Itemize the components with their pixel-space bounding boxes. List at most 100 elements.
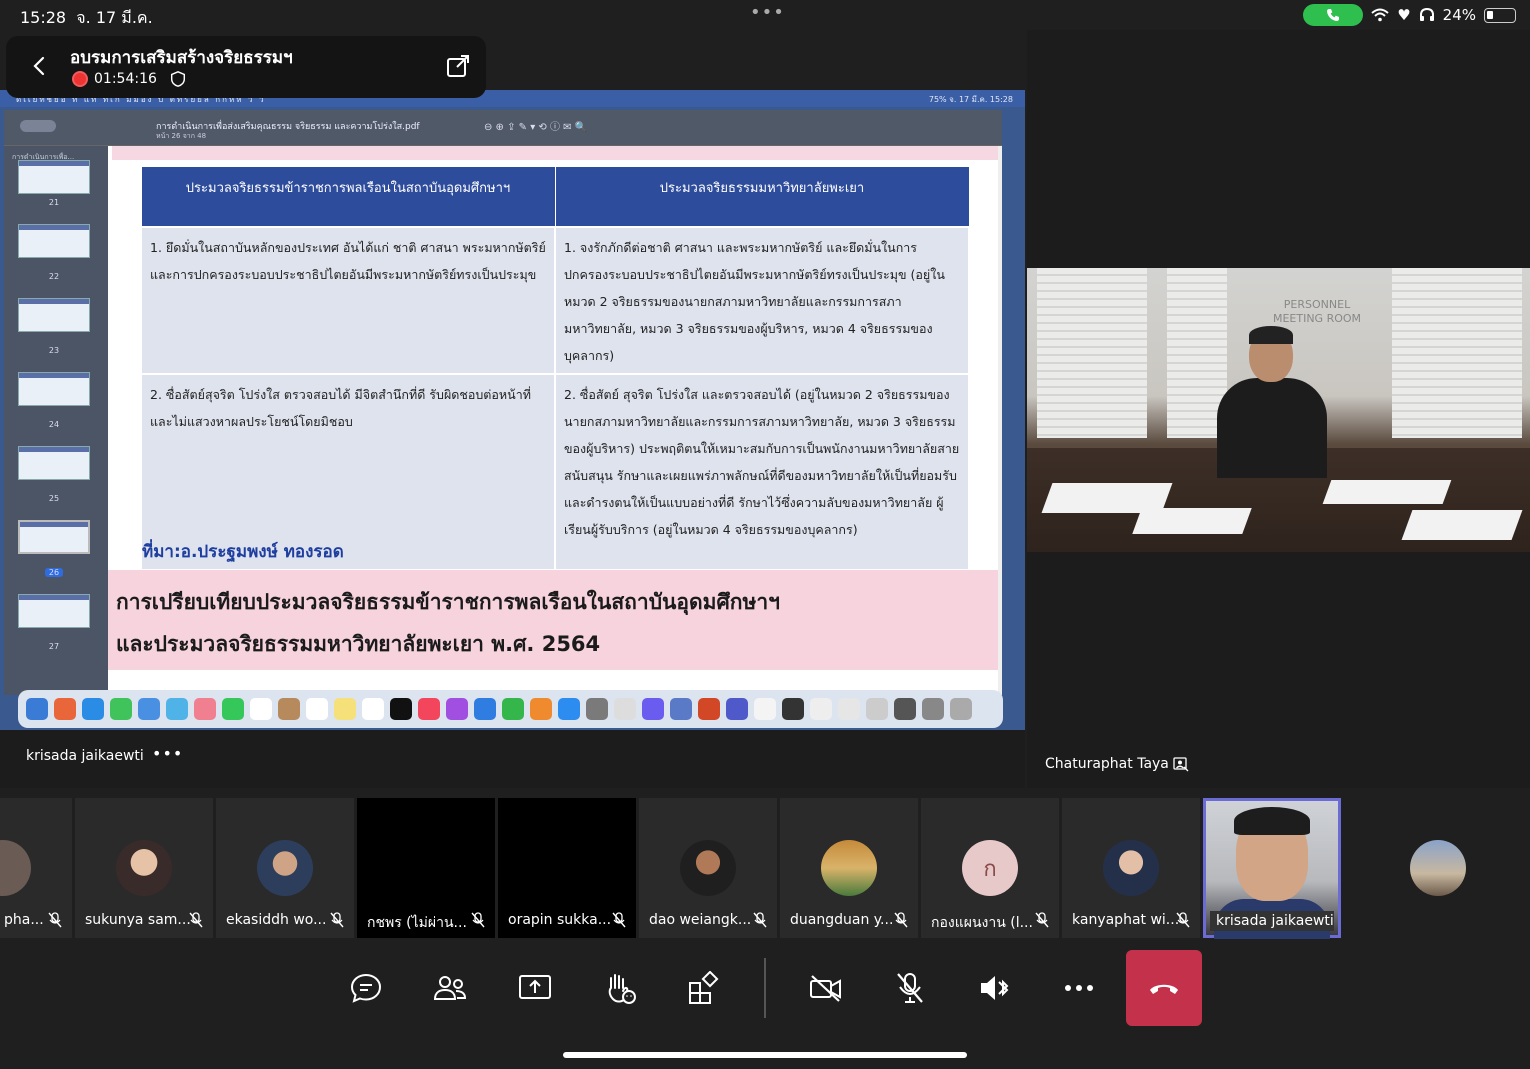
table-header: ประมวลจริยธรรมข้าราชการพลเรือนในสถาบันอุ… (140, 166, 556, 227)
chat-button[interactable] (342, 968, 390, 1008)
thumbnail-page[interactable] (18, 160, 90, 194)
shield-icon[interactable] (169, 70, 187, 88)
thumbnail-page[interactable] (18, 372, 90, 406)
leave-call-button[interactable] (1126, 950, 1202, 1026)
thumbnail-label-active: 26 (4, 568, 104, 577)
apps-button[interactable] (680, 968, 728, 1008)
muted-mic-icon (471, 912, 485, 928)
pdf-page-indicator: หน้า 26 จาก 48 (156, 132, 207, 140)
share-screen-button[interactable] (511, 968, 559, 1008)
pdf-slide: ประมวลจริยธรรมข้าราชการพลเรือนในสถาบันอุ… (108, 146, 998, 695)
teams-meeting-window: 15:28 จ. 17 มี.ค. ••• ♥ 24% อบรมการเสริม… (0, 0, 1530, 1069)
participant-tile[interactable]: kanyaphat wi... (1062, 798, 1200, 938)
people-icon (433, 976, 467, 1000)
heart-icon: ♥ (1397, 6, 1411, 24)
messenger-icon (642, 698, 664, 720)
photos-icon (194, 698, 216, 720)
participant-tile[interactable]: ekasiddh wo... (216, 798, 354, 938)
home-indicator[interactable] (563, 1052, 967, 1058)
more-actions-button[interactable] (1055, 968, 1103, 1008)
pdf-toolbar: การดำเนินการเพื่อส่งเสริมคุณธรรม จริยธรร… (4, 110, 1002, 146)
avatar (1103, 840, 1159, 896)
back-chevron-icon[interactable] (28, 54, 52, 78)
raise-hand-button[interactable] (596, 968, 644, 1008)
avatar-initials: ก (962, 840, 1018, 896)
table-cell: 1. ยึดมั่นในสถาบันหลักของประเทศ อันได้แก… (140, 225, 556, 375)
podcasts-icon (446, 698, 468, 720)
thumbnail-page[interactable] (18, 224, 90, 258)
meeting-duration: 01:54:16 (94, 71, 157, 87)
thumbnail-page[interactable] (18, 298, 90, 332)
muted-mic-icon (189, 912, 203, 928)
window-blind (1392, 268, 1522, 438)
camera-off-icon (810, 975, 841, 1002)
battery-icon (1484, 7, 1516, 23)
participants-button[interactable] (426, 968, 474, 1008)
mic-toggle-button[interactable] (886, 968, 934, 1008)
muted-mic-icon (48, 912, 62, 928)
speaker-person (1217, 326, 1327, 478)
thumbnail-label: 22 (48, 272, 60, 281)
thumbnail-page-active[interactable] (18, 520, 90, 554)
participant-tile[interactable] (1344, 798, 1530, 938)
phone-icon (1327, 9, 1340, 21)
script-icon (614, 698, 636, 720)
participant-tile[interactable]: ก กองแผนงาน (l... (921, 798, 1059, 938)
table-cell: 2. ซื่อสัตย์ สุจริต โปร่งใส และตรวจสอบได… (554, 372, 970, 571)
reminders-icon (306, 698, 328, 720)
popout-icon[interactable] (444, 52, 472, 80)
share-screen-icon (519, 975, 551, 999)
thumbnail-sidebar: การดำเนินการเพื่อ... 21 22 23 24 25 26 2… (4, 146, 108, 695)
caption-line: และประมวลจริยธรรมมหาวิทยาลัยพะเยา พ.ศ. 2… (116, 632, 601, 656)
wifi-icon (1371, 8, 1389, 22)
multitasking-dots-icon[interactable]: ••• (750, 2, 785, 23)
more-options-icon[interactable]: ••• (152, 744, 183, 763)
participant-name: krisada jaikaewti (1210, 911, 1334, 931)
meeting-title: อบรมการเสริมสร้างจริยธรรมฯ (70, 48, 293, 68)
launchpad-icon (54, 698, 76, 720)
thumbnail-page[interactable] (18, 594, 90, 628)
speaker-video-pane[interactable]: PERSONNEL MEETING ROOM Chaturaphat Taya (1027, 30, 1530, 788)
window-thumbnail-icon (922, 698, 944, 720)
thumbnail-label: 25 (48, 494, 60, 503)
window-blind (1037, 268, 1147, 438)
window-thumbnail-icon (782, 698, 804, 720)
active-call-pill[interactable] (1303, 4, 1364, 26)
app-store-icon (558, 698, 580, 720)
participant-strip: pha... sukunya sam... ekasiddh wo... กชพ… (0, 798, 1530, 940)
hang-up-icon (1150, 984, 1178, 994)
muted-mic-icon (1176, 912, 1190, 928)
shared-screen[interactable]: ดเเยทชยอ ท แท ทเก มมอง บ ตทรยยล กกหห ว ว… (0, 90, 1025, 730)
table-header: ประมวลจริยธรรมมหาวิทยาลัยพะเยา (554, 166, 970, 227)
ethics-comparison-table: ประมวลจริยธรรมข้าราชการพลเรือนในสถาบันอุ… (140, 166, 970, 571)
participant-tile[interactable]: sukunya sam... (75, 798, 213, 938)
participant-tile[interactable]: duangduan y... (780, 798, 918, 938)
participant-tile[interactable]: pha... (0, 798, 72, 938)
speaker-button[interactable] (970, 968, 1018, 1008)
participant-name: sukunya sam... (85, 912, 191, 928)
slide-header-strip (112, 146, 998, 160)
paper-document (1401, 510, 1523, 540)
numbers-icon (502, 698, 524, 720)
apps-icon (689, 971, 719, 1004)
participant-name: kanyaphat wi... (1072, 912, 1180, 928)
paper-document (1132, 508, 1252, 534)
slide-caption: การเปรียบเทียบประมวลจริยธรรมข้าราชการพลเ… (108, 570, 998, 670)
call-controls (0, 940, 1530, 1069)
presenter-badge-icon (1173, 757, 1189, 772)
notes-icon (334, 698, 356, 720)
window-thumbnail-icon (894, 698, 916, 720)
participant-tile-active-speaker[interactable]: krisada jaikaewti (1203, 798, 1341, 939)
contacts-icon (278, 698, 300, 720)
camera-toggle-button[interactable] (802, 968, 850, 1008)
more-icon (1065, 985, 1093, 991)
thumbnail-page[interactable] (18, 446, 90, 480)
presenter-name: krisada jaikaewti (26, 748, 144, 764)
table-cell: 1. จงรักภักดีต่อชาติ ศาสนา และพระมหากษัต… (554, 225, 970, 375)
avatar (1410, 840, 1466, 896)
participant-name: ekasiddh wo... (226, 912, 327, 928)
participant-tile[interactable]: orapin sukka... (498, 798, 636, 938)
participant-tile[interactable]: กชพร (ไม่ผ่าน... (357, 798, 495, 938)
participant-tile[interactable]: dao weiangk... (639, 798, 777, 938)
pages-icon (530, 698, 552, 720)
